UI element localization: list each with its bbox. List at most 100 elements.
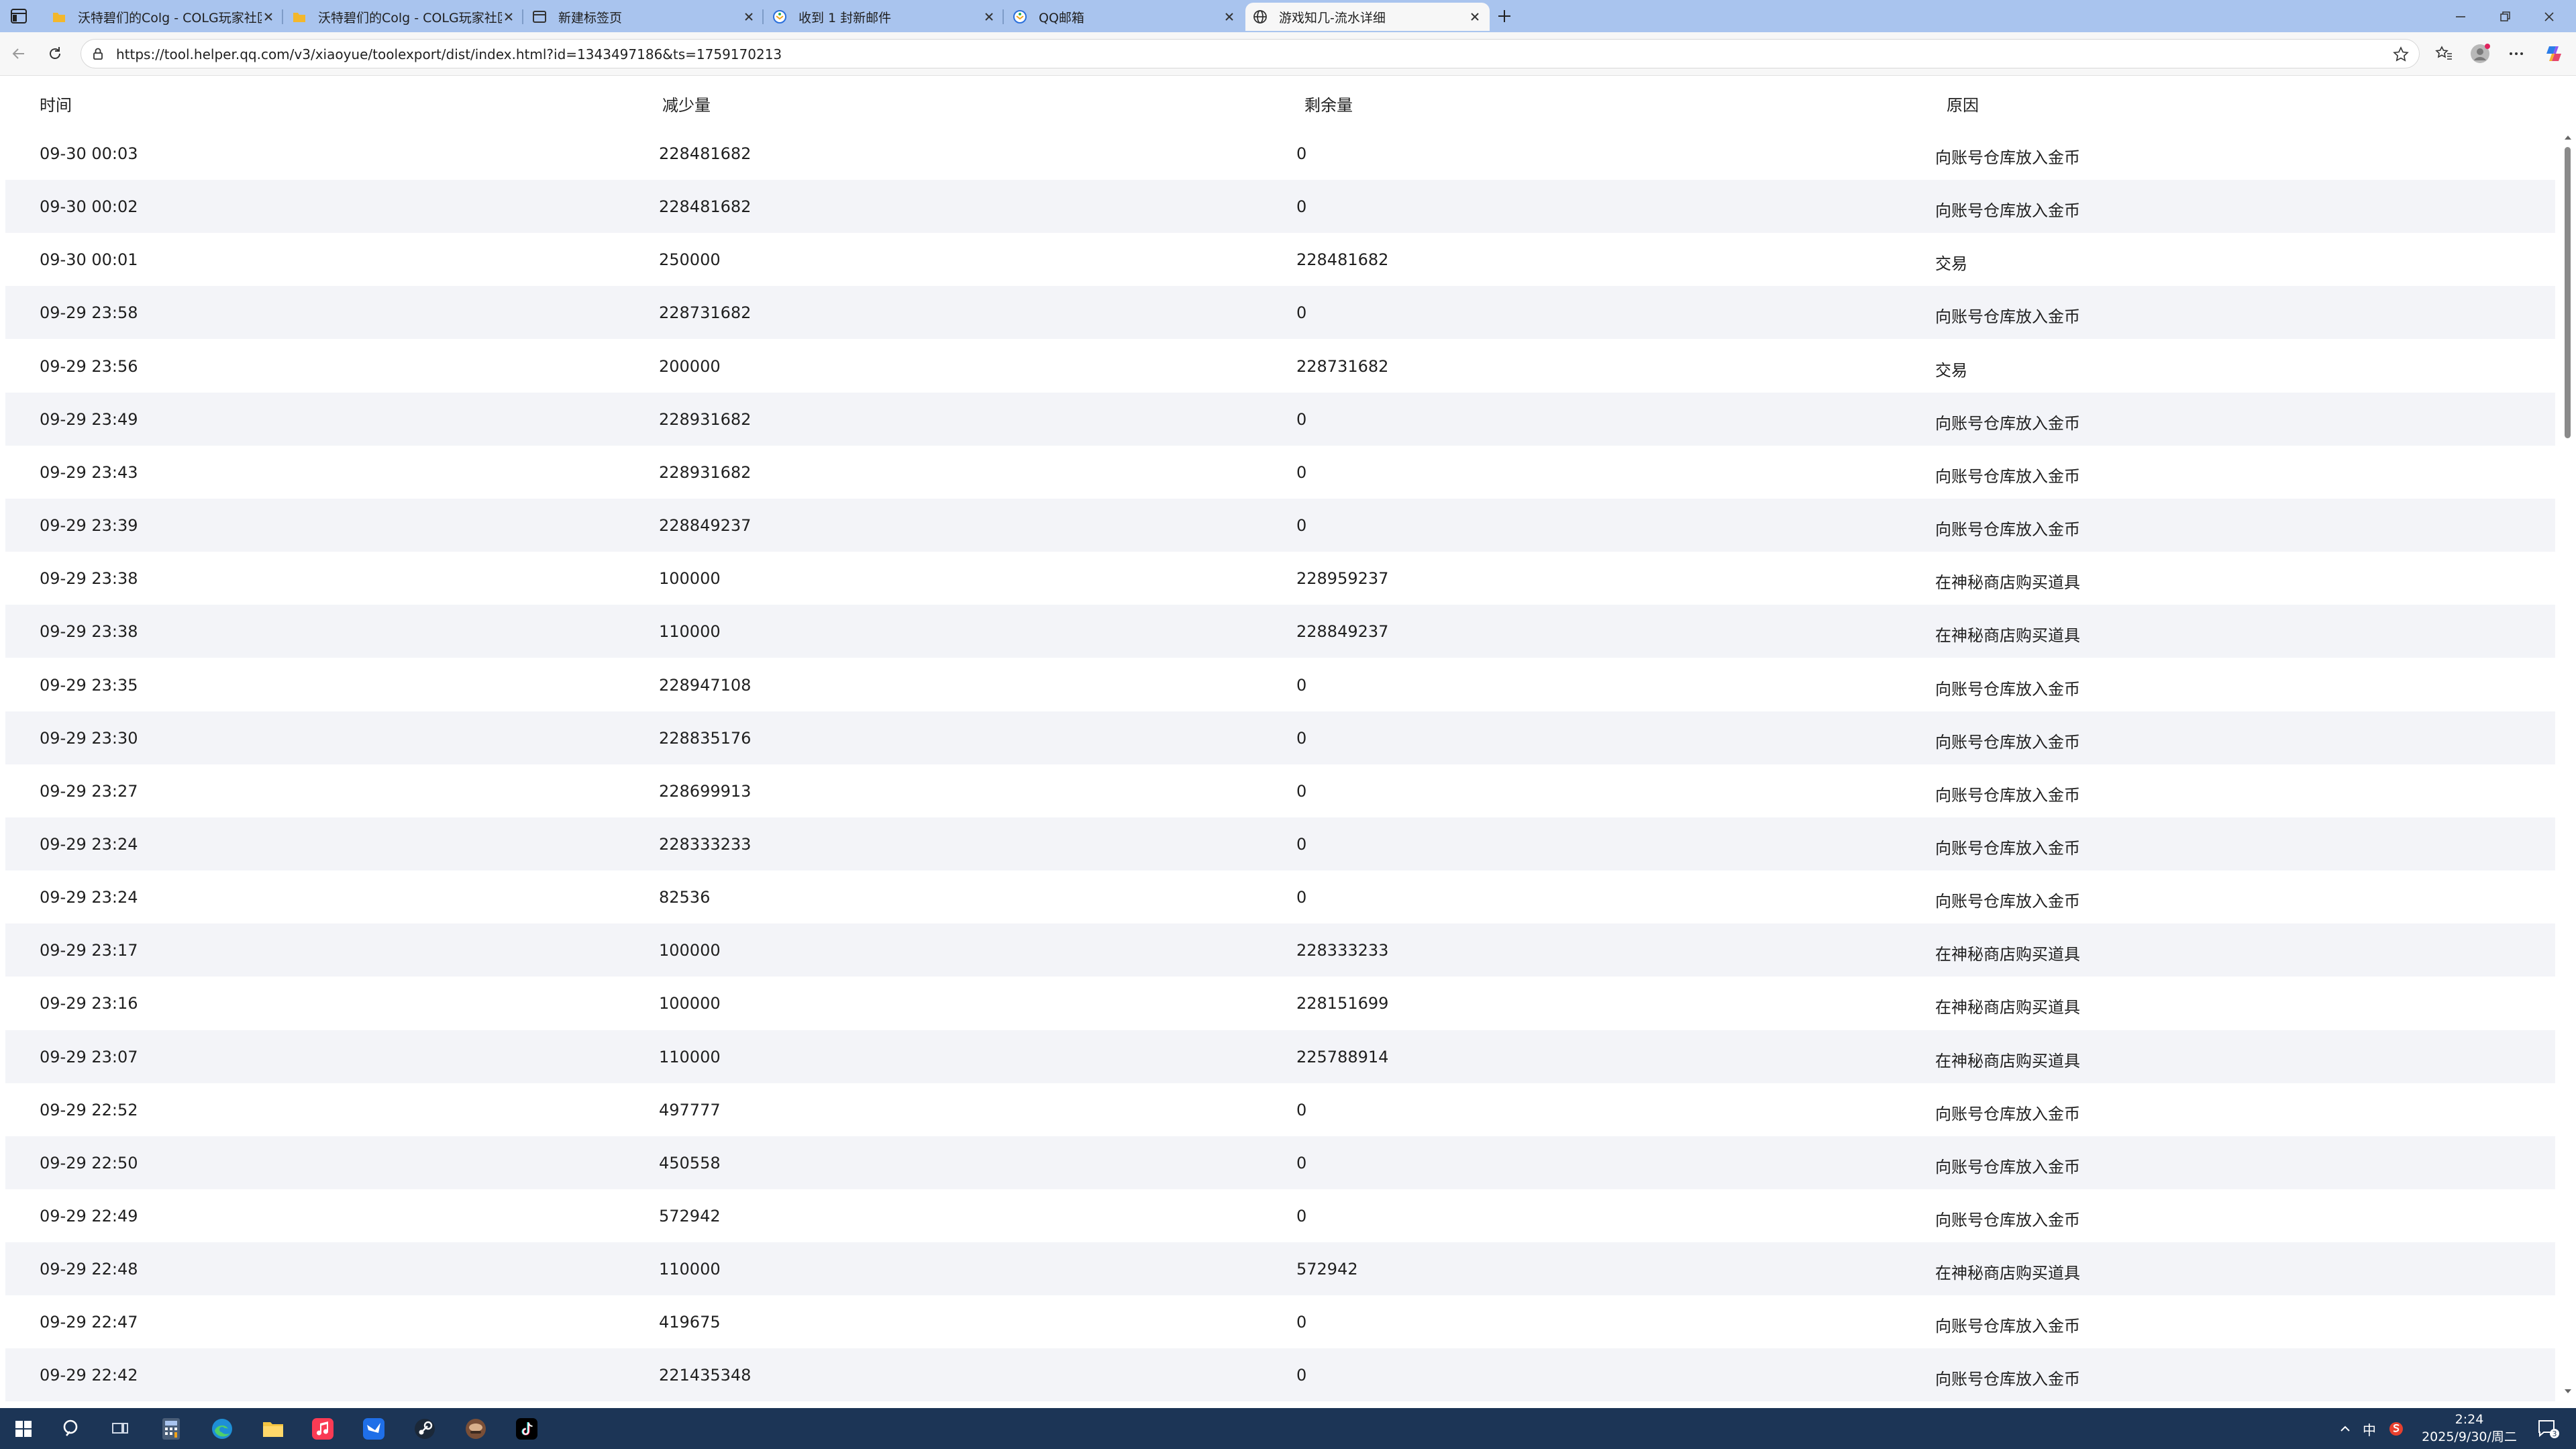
- search-icon[interactable]: [59, 1416, 85, 1442]
- task-view-icon[interactable]: [107, 1416, 133, 1442]
- tab-colg-1[interactable]: 沃特碧们的Colg - COLG玩家社区: [44, 3, 283, 31]
- cell-time: 09-29 23:39: [40, 516, 138, 536]
- cell-remaining: 0: [1296, 303, 1307, 323]
- tab-game-flow-detail[interactable]: 游戏知几-流水详细: [1245, 3, 1490, 31]
- favorites-icon[interactable]: [2433, 43, 2455, 64]
- minimize-button[interactable]: [2451, 7, 2471, 27]
- clock-date: 2025/9/30/周二: [2422, 1430, 2517, 1444]
- cell-reason: 向账号仓库放入金币: [1935, 732, 2080, 752]
- cell-decrease: 221435348: [659, 1366, 752, 1385]
- cell-decrease: 110000: [659, 1047, 721, 1066]
- cell-reason: 向账号仓库放入金币: [1935, 466, 2080, 486]
- show-hidden-icons-icon[interactable]: [2336, 1420, 2354, 1438]
- table-row: 09-29 23:07 110000 225788914 在神秘商店购买道具: [5, 1030, 2555, 1083]
- cell-decrease: 228931682: [659, 409, 752, 429]
- browser-toolbar: https://tool.helper.qq.com/v3/xiaoyue/to…: [0, 32, 2576, 76]
- cell-remaining: 0: [1296, 1100, 1307, 1119]
- close-window-button[interactable]: [2539, 7, 2559, 27]
- lock-icon[interactable]: [91, 46, 105, 61]
- windows-start-icon[interactable]: [11, 1416, 36, 1442]
- favorite-star-icon[interactable]: [2392, 46, 2410, 63]
- vertical-scrollbar[interactable]: [2560, 76, 2576, 1408]
- restore-button[interactable]: [2495, 7, 2515, 27]
- header-remaining: 剩余量: [1304, 96, 1353, 115]
- close-icon[interactable]: [742, 10, 756, 23]
- taskbar-clock[interactable]: 2:24 2025/9/30/周二: [2409, 1411, 2530, 1446]
- cell-remaining: 0: [1296, 462, 1307, 482]
- tab-title: 游戏知几-流水详细: [1279, 10, 1386, 26]
- reload-button[interactable]: [44, 43, 66, 64]
- cell-time: 09-29 22:49: [40, 1207, 138, 1226]
- table-row: 09-29 23:24 82536 0 向账号仓库放入金币: [5, 870, 2555, 923]
- close-icon[interactable]: [1223, 10, 1236, 23]
- cell-remaining: 0: [1296, 781, 1307, 801]
- scroll-up-icon[interactable]: [2563, 132, 2573, 143]
- newtab-page-icon: [531, 9, 548, 25]
- cell-remaining: 0: [1296, 1207, 1307, 1226]
- cell-time: 09-29 22:48: [40, 1260, 138, 1279]
- tab-title: QQ邮箱: [1039, 10, 1084, 26]
- close-icon[interactable]: [262, 10, 275, 23]
- game-app-icon[interactable]: [463, 1416, 488, 1442]
- tab-actions-icon[interactable]: [9, 7, 28, 25]
- cell-decrease: 450558: [659, 1153, 721, 1172]
- copilot-icon[interactable]: [2543, 43, 2565, 64]
- file-explorer-icon[interactable]: [260, 1416, 286, 1442]
- back-button[interactable]: [8, 43, 30, 64]
- table-row: 09-29 23:39 228849237 0 向账号仓库放入金币: [5, 499, 2555, 552]
- tab-new-tab-page[interactable]: 新建标签页: [525, 3, 764, 31]
- cell-time: 09-29 23:35: [40, 675, 138, 695]
- music-icon[interactable]: [310, 1416, 336, 1442]
- profile-avatar[interactable]: [2469, 43, 2491, 64]
- cell-remaining: 228481682: [1296, 250, 1389, 270]
- feishu-icon[interactable]: [361, 1416, 387, 1442]
- ime-indicator[interactable]: 中: [2359, 1420, 2379, 1438]
- page-content: 时间 减少量 剩余量 原因 09-30 00:03 228481682 0 向账号仓库…: [0, 76, 2576, 1408]
- cell-time: 09-29 23:38: [40, 622, 138, 642]
- edge-icon[interactable]: [209, 1416, 235, 1442]
- cell-decrease: 100000: [659, 569, 721, 589]
- steam-icon[interactable]: [412, 1416, 437, 1442]
- cell-reason: 交易: [1935, 254, 1967, 274]
- tab-qq-mail[interactable]: QQ邮箱: [1005, 3, 1244, 31]
- cell-remaining: 0: [1296, 834, 1307, 854]
- table-row: 09-29 23:38 100000 228959237 在神秘商店购买道具: [5, 552, 2555, 605]
- table-row: 09-30 00:03 228481682 0 向账号仓库放入金币: [5, 127, 2555, 180]
- cell-remaining: 0: [1296, 1313, 1307, 1332]
- cell-reason: 在神秘商店购买道具: [1935, 626, 2080, 646]
- cell-reason: 在神秘商店购买道具: [1935, 573, 2080, 593]
- scroll-down-icon[interactable]: [2563, 1386, 2573, 1397]
- header-time: 时间: [40, 96, 72, 115]
- close-icon[interactable]: [1468, 10, 1482, 23]
- table-row: 09-29 22:47 419675 0 向账号仓库放入金币: [5, 1295, 2555, 1348]
- cell-reason: 向账号仓库放入金币: [1935, 1211, 2080, 1230]
- table-row: 09-29 23:56 200000 228731682 交易: [5, 340, 2555, 393]
- header-reason: 原因: [1947, 96, 1979, 115]
- tab-colg-2[interactable]: 沃特碧们的Colg - COLG玩家社区: [285, 3, 523, 31]
- cell-time: 09-30 00:03: [40, 144, 138, 163]
- cell-time: 09-30 00:02: [40, 197, 138, 217]
- table-row: 09-30 00:02 228481682 0 向账号仓库放入金币: [5, 180, 2555, 234]
- calculator-icon[interactable]: [158, 1416, 184, 1442]
- input-method-icon[interactable]: [2386, 1420, 2406, 1438]
- cell-time: 09-29 23:24: [40, 888, 138, 907]
- url-text[interactable]: https://tool.helper.qq.com/v3/xiaoyue/to…: [116, 46, 782, 62]
- cell-remaining: 0: [1296, 516, 1307, 536]
- cell-remaining: 228151699: [1296, 994, 1389, 1013]
- tab-qq-mail-new[interactable]: 收到 1 封新邮件: [765, 3, 1004, 31]
- cell-reason: 向账号仓库放入金币: [1935, 679, 2080, 699]
- tab-separator: [282, 9, 283, 24]
- address-bar[interactable]: https://tool.helper.qq.com/v3/xiaoyue/to…: [81, 39, 2420, 68]
- clock-time: 2:24: [2455, 1412, 2484, 1427]
- close-icon[interactable]: [502, 10, 515, 23]
- colg-icon: [291, 9, 307, 25]
- tab-title: 收到 1 封新邮件: [798, 10, 892, 26]
- table-row: 09-29 23:35 228947108 0 向账号仓库放入金币: [5, 658, 2555, 711]
- new-tab-button[interactable]: [1495, 7, 1514, 26]
- notification-center-icon[interactable]: 3: [2535, 1420, 2562, 1438]
- cell-time: 09-30 00:01: [40, 250, 138, 270]
- close-icon[interactable]: [982, 10, 996, 23]
- more-options-icon[interactable]: [2506, 43, 2527, 64]
- scrollbar-thumb[interactable]: [2565, 147, 2571, 438]
- tiktok-icon[interactable]: [514, 1416, 539, 1442]
